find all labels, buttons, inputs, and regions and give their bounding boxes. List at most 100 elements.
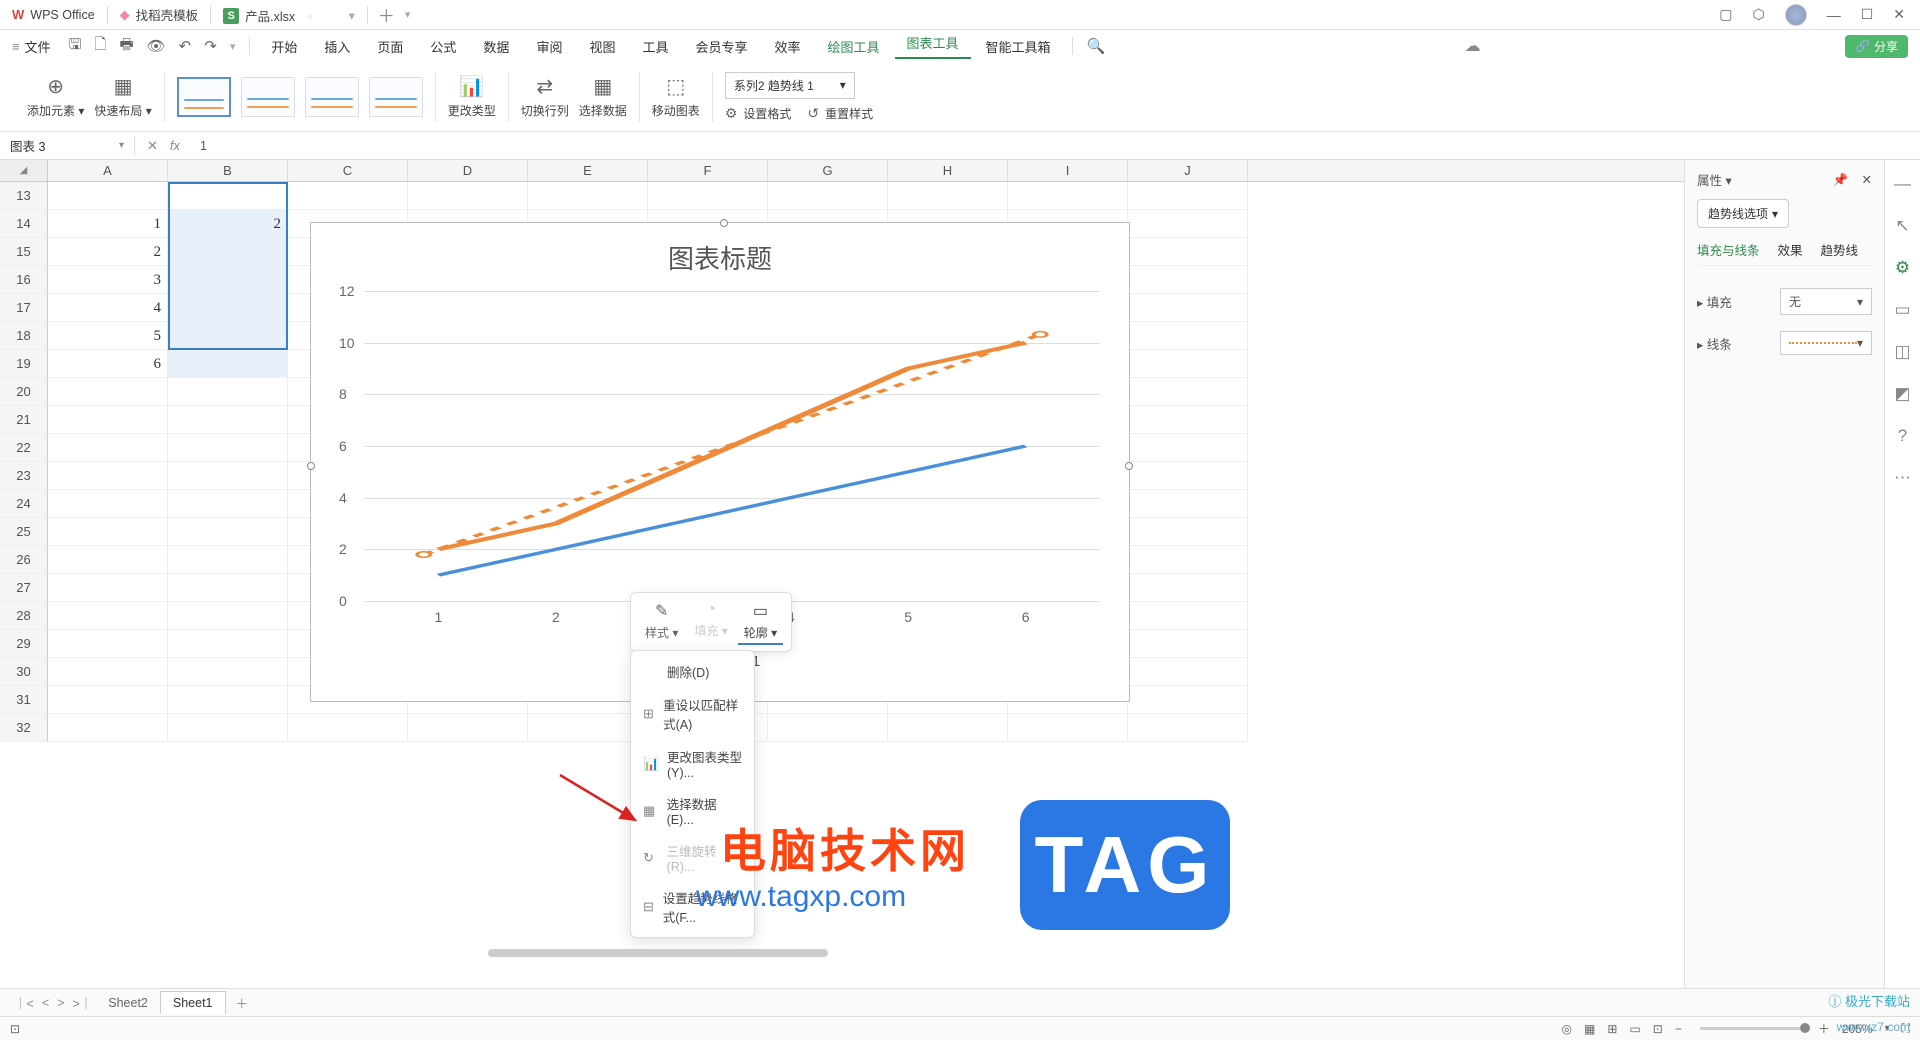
cell-A26[interactable] <box>48 546 168 574</box>
cell-B28[interactable] <box>168 602 288 630</box>
cell-B19[interactable] <box>168 350 288 378</box>
cell-B26[interactable] <box>168 546 288 574</box>
zoom-out-icon[interactable]: − <box>1675 1022 1682 1036</box>
cell-J23[interactable] <box>1128 462 1248 490</box>
prev-sheet-icon[interactable]: < <box>38 996 53 1010</box>
cell-B21[interactable] <box>168 406 288 434</box>
cell-G32[interactable] <box>768 714 888 742</box>
row-24[interactable]: 24 <box>0 490 48 518</box>
file-menu[interactable]: ≡文件 <box>12 37 51 56</box>
add-sheet-button[interactable]: ＋ <box>232 993 253 1012</box>
col-c[interactable]: C <box>288 160 408 181</box>
close-icon[interactable]: ✕ <box>1893 6 1905 23</box>
formula-input[interactable]: 1 <box>192 139 207 153</box>
row-20[interactable]: 20 <box>0 378 48 406</box>
format-button[interactable]: ⚙设置格式 <box>725 105 792 122</box>
cell-B20[interactable] <box>168 378 288 406</box>
menu-member[interactable]: 会员专享 <box>683 37 759 56</box>
col-g[interactable]: G <box>768 160 888 181</box>
row-28[interactable]: 28 <box>0 602 48 630</box>
change-type-button[interactable]: 📊更改类型 <box>448 74 496 119</box>
col-e[interactable]: E <box>528 160 648 181</box>
redo-icon[interactable]: ↷ <box>199 37 222 55</box>
cell-G13[interactable] <box>768 182 888 210</box>
switch-rowcol-button[interactable]: ⇄切换行列 <box>521 74 569 119</box>
row-31[interactable]: 31 <box>0 686 48 714</box>
col-h[interactable]: H <box>888 160 1008 181</box>
menu-start[interactable]: 开始 <box>259 37 309 56</box>
settings-active-icon[interactable]: ⚙ <box>1895 258 1910 278</box>
cell-D13[interactable] <box>408 182 528 210</box>
move-chart-button[interactable]: ⬚移动图表 <box>652 74 700 119</box>
cell-A16[interactable]: 3 <box>48 266 168 294</box>
cell-A32[interactable] <box>48 714 168 742</box>
plot-area[interactable]: 12 10 8 6 4 2 0 1 2 3 4 5 6 <box>365 291 1099 601</box>
cell-B13[interactable] <box>168 182 288 210</box>
cell-A20[interactable] <box>48 378 168 406</box>
cell-B17[interactable] <box>168 294 288 322</box>
fill-select[interactable]: 无▾ <box>1780 288 1872 315</box>
cell-B27[interactable] <box>168 574 288 602</box>
cell-A19[interactable]: 6 <box>48 350 168 378</box>
tab-fill-line[interactable]: 填充与线条 <box>1697 240 1760 259</box>
view-circle-icon[interactable]: ◎ <box>1562 1022 1572 1036</box>
menu-tools[interactable]: 工具 <box>630 37 680 56</box>
cloud-icon[interactable]: ☁ <box>1465 36 1481 56</box>
row-17[interactable]: 17 <box>0 294 48 322</box>
menu-view[interactable]: 视图 <box>577 37 627 56</box>
cell-J32[interactable] <box>1128 714 1248 742</box>
row-29[interactable]: 29 <box>0 630 48 658</box>
menu-insert[interactable]: 插入 <box>312 37 362 56</box>
cell-A17[interactable]: 4 <box>48 294 168 322</box>
trendline[interactable] <box>424 334 1041 554</box>
help-icon[interactable]: ? <box>1898 426 1907 446</box>
cell-A27[interactable] <box>48 574 168 602</box>
cell-B15[interactable] <box>168 238 288 266</box>
save-icon[interactable]: 🖫 <box>64 34 87 59</box>
cell-A31[interactable] <box>48 686 168 714</box>
select-data-button[interactable]: ▦选择数据 <box>579 74 627 119</box>
cell-J13[interactable] <box>1128 182 1248 210</box>
cell-A28[interactable] <box>48 602 168 630</box>
row-25[interactable]: 25 <box>0 518 48 546</box>
cell-J25[interactable] <box>1128 518 1248 546</box>
pointer-icon[interactable]: ↖ <box>1895 216 1909 236</box>
cell-B16[interactable] <box>168 266 288 294</box>
cell-B23[interactable] <box>168 462 288 490</box>
sheet-tab-sheet1[interactable]: Sheet1 <box>160 991 226 1014</box>
row-13[interactable]: 13 <box>0 182 48 210</box>
cell-B24[interactable] <box>168 490 288 518</box>
row-19[interactable]: 19 <box>0 350 48 378</box>
close-panel-icon[interactable]: ✕ <box>1862 173 1872 187</box>
cell-J28[interactable] <box>1128 602 1248 630</box>
col-b[interactable]: B <box>168 160 288 181</box>
cell-B29[interactable] <box>168 630 288 658</box>
cell-A30[interactable] <box>48 658 168 686</box>
cell-J21[interactable] <box>1128 406 1248 434</box>
first-sheet-icon[interactable]: ｜< <box>10 993 38 1012</box>
panel-icon[interactable]: ▢ <box>1719 6 1732 23</box>
tab-effects[interactable]: 效果 <box>1778 240 1803 259</box>
cell-I32[interactable] <box>1008 714 1128 742</box>
cell-J24[interactable] <box>1128 490 1248 518</box>
cell-J16[interactable] <box>1128 266 1248 294</box>
ctx-reset-style[interactable]: ⊞重设以匹配样式(A) <box>631 688 754 740</box>
menu-smart-toolbox[interactable]: 智能工具箱 <box>974 37 1063 56</box>
more-icon[interactable]: ⋯ <box>1894 468 1911 488</box>
object-icon[interactable]: ◫ <box>1894 342 1910 362</box>
tab-trendline[interactable]: 趋势线 <box>1821 240 1859 259</box>
undo-icon[interactable]: ↶ <box>174 37 197 55</box>
row-14[interactable]: 14 <box>0 210 48 238</box>
search-icon[interactable]: 🔍 <box>1082 37 1111 55</box>
mini-outline-button[interactable]: ▭轮廓 ▾ <box>738 599 783 645</box>
tab-current-file[interactable]: S产品.xlsx○▾ <box>211 1 367 29</box>
cancel-icon[interactable]: ✕ <box>147 138 158 154</box>
avatar[interactable] <box>1785 4 1807 26</box>
next-sheet-icon[interactable]: > <box>53 996 68 1010</box>
new-tab-button[interactable]: ＋ <box>368 2 405 27</box>
status-icon[interactable]: ⊡ <box>10 1022 20 1036</box>
cell-J27[interactable] <box>1128 574 1248 602</box>
cell-A21[interactable] <box>48 406 168 434</box>
cube-icon[interactable]: ⬡ <box>1752 6 1764 23</box>
row-18[interactable]: 18 <box>0 322 48 350</box>
